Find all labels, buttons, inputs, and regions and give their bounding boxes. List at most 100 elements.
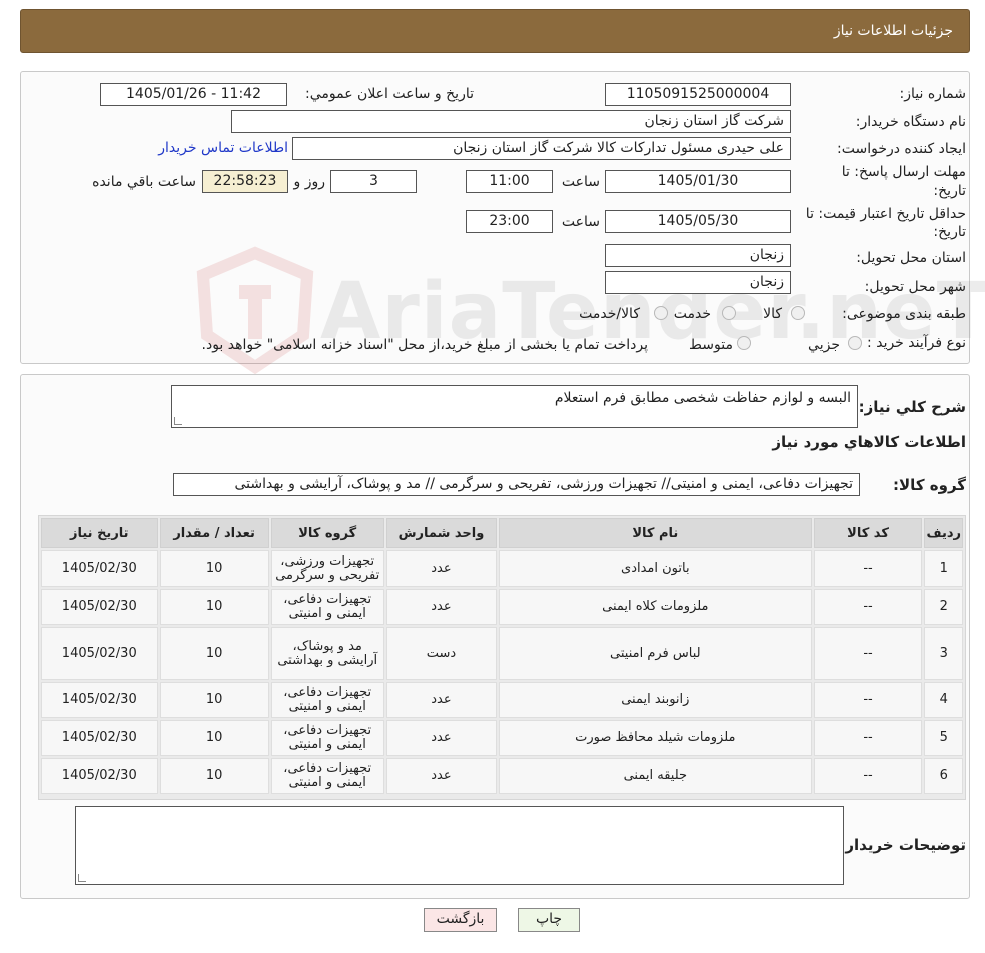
validity-time-label: ساعت <box>561 214 600 230</box>
cell-unit: عدد <box>385 758 498 794</box>
table-row: 6 -- جلیقه ایمنی عدد تجهیزات دفاعی، ایمن… <box>41 758 963 794</box>
cell-date: 1405/02/30 <box>41 589 158 625</box>
goods-group-label: گروه کالا: <box>893 476 966 494</box>
process-small-label: جزیي <box>808 337 840 353</box>
days-field: 3 <box>330 170 417 193</box>
announce-label: تاریخ و ساعت اعلان عمومي: <box>305 86 474 102</box>
cell-group: تجهیزات دفاعی، ایمنی و امنیتی <box>270 682 384 718</box>
cell-name: زانوبند ایمنی <box>499 682 812 718</box>
deadline-date-field: 1405/01/30 <box>605 170 791 193</box>
cell-unit: عدد <box>385 589 498 625</box>
buyer-org-label: نام دستگاه خریدار: <box>855 114 966 130</box>
cell-qty: 10 <box>159 589 269 625</box>
creator-field: علی حیدری مسئول تداركات كالا شرکت گاز اس… <box>292 137 791 160</box>
cell-qty: 10 <box>159 758 269 794</box>
back-button[interactable]: بازگشت <box>424 908 497 932</box>
cell-code: -- <box>813 758 923 794</box>
print-button[interactable]: چاپ <box>518 908 580 932</box>
payment-note: پرداخت تمام یا بخشی از مبلغ خرید،از محل … <box>201 337 648 353</box>
process-medium-label: متوسط <box>689 337 733 353</box>
cell-name: جلیقه ایمنی <box>499 758 812 794</box>
cell-code: -- <box>813 627 923 680</box>
cell-unit: دست <box>385 627 498 680</box>
cell-group: تجهیزات دفاعی، ایمنی و امنیتی <box>270 589 384 625</box>
category-goods-service-label: کالا/خدمت <box>579 306 640 322</box>
process-label: نوع فرآیند خرید : <box>867 335 966 351</box>
items-table-wrapper: رديف کد کالا نام کالا واحد شمارش گروه کا… <box>38 515 966 800</box>
col-header-qty: تعداد / مقدار <box>159 518 269 548</box>
cell-qty: 10 <box>159 682 269 718</box>
cell-code: -- <box>813 589 923 625</box>
cell-row: 5 <box>924 720 963 756</box>
description-field[interactable]: البسه و لوازم حفاظت شخصی مطابق فرم استعل… <box>171 385 858 428</box>
cell-row: 1 <box>924 550 963 587</box>
province-field: زنجان <box>605 244 791 267</box>
cell-date: 1405/02/30 <box>41 720 158 756</box>
col-header-code: کد کالا <box>813 518 923 548</box>
resize-grip-icon[interactable] <box>78 874 86 882</box>
cell-date: 1405/02/30 <box>41 627 158 680</box>
validity-label: حداقل تاریخ اعتبار قیمت: تا <box>805 206 966 222</box>
cell-group: تجهیزات ورزشی، تفریحی و سرگرمی <box>270 550 384 587</box>
cell-qty: 10 <box>159 627 269 680</box>
cell-group: تجهیزات دفاعی، ایمنی و امنیتی <box>270 758 384 794</box>
validity-date-field: 1405/05/30 <box>605 210 791 233</box>
deadline-label: مهلت ارسال پاسخ: تا <box>841 164 966 180</box>
cell-group: تجهیزات دفاعی، ایمنی و امنیتی <box>270 720 384 756</box>
table-row: 3 -- لباس فرم امنیتی دست مد و پوشاک، آرا… <box>41 627 963 680</box>
cell-unit: عدد <box>385 682 498 718</box>
goods-section-title: اطلاعات کالاهاي مورد نياز <box>772 433 966 451</box>
days-label: روز و <box>293 174 326 190</box>
process-small-radio[interactable] <box>848 336 862 350</box>
buyer-contact-link[interactable]: اطلاعات تماس خریدار <box>158 140 288 156</box>
col-header-unit: واحد شمارش <box>385 518 498 548</box>
cell-date: 1405/02/30 <box>41 550 158 587</box>
buyer-notes-field[interactable] <box>75 806 844 885</box>
category-goods-radio[interactable] <box>791 306 805 320</box>
cell-name: لباس فرم امنیتی <box>499 627 812 680</box>
category-service-radio[interactable] <box>722 306 736 320</box>
buyer-notes-label: توضیحات خریدار: <box>839 836 966 854</box>
table-row: 4 -- زانوبند ایمنی عدد تجهیزات دفاعی، ای… <box>41 682 963 718</box>
cell-code: -- <box>813 550 923 587</box>
col-header-group: گروه کالا <box>270 518 384 548</box>
cell-row: 4 <box>924 682 963 718</box>
items-table: رديف کد کالا نام کالا واحد شمارش گروه کا… <box>39 516 965 796</box>
remaining-time-field: 22:58:23 <box>202 170 288 193</box>
page-header: جزئیات اطلاعات نیاز <box>20 9 970 53</box>
buyer-org-field: شرکت گاز استان زنجان <box>231 110 791 133</box>
description-text: البسه و لوازم حفاظت شخصی مطابق فرم استعل… <box>554 390 851 406</box>
description-label: شرح کلي نياز: <box>858 398 966 416</box>
col-header-name: نام کالا <box>499 518 812 548</box>
deadline-time-label: ساعت <box>561 174 600 190</box>
deadline-label-date: تاریخ: <box>933 183 966 199</box>
category-goods-service-radio[interactable] <box>654 306 668 320</box>
validity-label-date: تاریخ: <box>933 224 966 240</box>
resize-grip-icon[interactable] <box>174 417 182 425</box>
table-header-row: رديف کد کالا نام کالا واحد شمارش گروه کا… <box>41 518 963 548</box>
need-number-field: 1105091525000004 <box>605 83 791 106</box>
cell-date: 1405/02/30 <box>41 758 158 794</box>
col-header-row: رديف <box>924 518 963 548</box>
cell-code: -- <box>813 682 923 718</box>
goods-group-field: تجهیزات دفاعی، ایمنی و امنیتی// تجهیزات … <box>173 473 860 496</box>
table-row: 2 -- ملزومات کلاه ایمنی عدد تجهیزات دفاع… <box>41 589 963 625</box>
cell-row: 3 <box>924 627 963 680</box>
cell-code: -- <box>813 720 923 756</box>
deadline-time-field: 11:00 <box>466 170 553 193</box>
cell-unit: عدد <box>385 550 498 587</box>
creator-label: ایجاد کننده درخواست: <box>837 141 966 157</box>
province-label: استان محل تحویل: <box>856 250 966 266</box>
page-title: جزئیات اطلاعات نیاز <box>833 23 953 39</box>
need-number-label: شماره نیاز: <box>899 86 967 102</box>
process-medium-radio[interactable] <box>737 336 751 350</box>
col-header-date: تاریخ نیاز <box>41 518 158 548</box>
cell-name: ملزومات شیلد محافظ صورت <box>499 720 812 756</box>
city-label: شهر محل تحویل: <box>864 279 966 295</box>
cell-unit: عدد <box>385 720 498 756</box>
cell-qty: 10 <box>159 550 269 587</box>
city-field: زنجان <box>605 271 791 294</box>
cell-row: 2 <box>924 589 963 625</box>
cell-name: ملزومات کلاه ایمنی <box>499 589 812 625</box>
cell-qty: 10 <box>159 720 269 756</box>
